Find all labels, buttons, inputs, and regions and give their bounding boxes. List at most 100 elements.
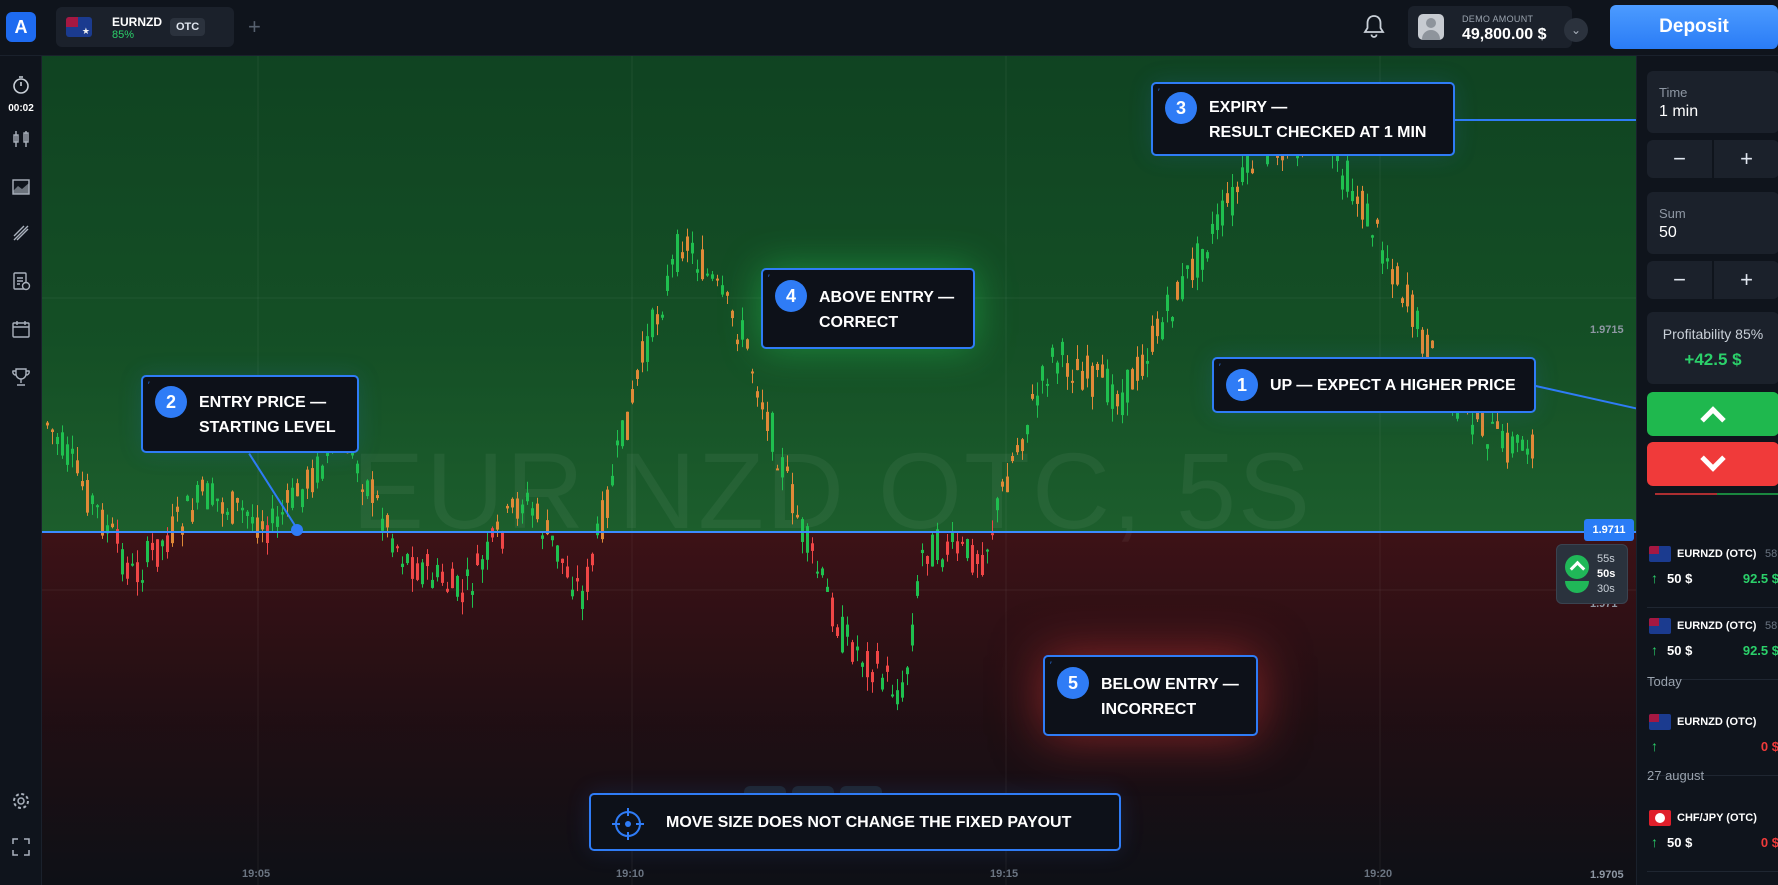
price-axis-label: 1.9715 <box>1590 324 1624 336</box>
trade-item[interactable]: CHF/JPY (OTC) ↑ 50 $ 0 $ <box>1647 806 1778 872</box>
timer-option: 30s <box>1597 583 1615 595</box>
expiry-timer[interactable]: 55s 50s 30s <box>1556 544 1628 604</box>
callout-text: RESULT CHECKED AT 1 MIN <box>1209 124 1427 141</box>
time-label: Time <box>1659 85 1688 100</box>
account-value: 49,800.00 $ <box>1462 26 1547 43</box>
trade-result: 92.5 $ <box>1742 643 1778 658</box>
section-today: Today <box>1647 674 1682 689</box>
price-axis-label: 1.9705 <box>1590 869 1624 881</box>
trade-item[interactable]: EURNZD (OTC) 58 ↑ 50 $ 92.5 $ <box>1647 614 1778 680</box>
fullscreen-icon[interactable] <box>10 836 32 858</box>
callout-above-entry: ′ 4 ABOVE ENTRY — CORRECT <box>761 268 975 349</box>
asset-name: EURNZD <box>112 15 162 29</box>
asset-tab[interactable]: EURNZD 85% OTC <box>56 7 234 47</box>
add-tab-button[interactable]: + <box>248 14 261 40</box>
profitability-box: Profitability 85% +42.5 $ <box>1647 312 1778 384</box>
candles-icon[interactable] <box>10 128 32 150</box>
sum-label: Sum <box>1659 206 1686 221</box>
deposit-button[interactable]: Deposit <box>1610 5 1778 49</box>
callout-text: BELOW ENTRY — <box>1101 676 1239 693</box>
sum-value: 50 <box>1659 224 1677 241</box>
stopwatch-icon[interactable] <box>10 74 32 96</box>
callout-text: ABOVE ENTRY — <box>819 289 955 306</box>
bell-icon[interactable] <box>1362 13 1386 39</box>
time-increase-button[interactable]: + <box>1712 140 1778 178</box>
drawing-tools-icon[interactable] <box>10 222 32 244</box>
avatar <box>1418 14 1444 40</box>
profitability-value: +42.5 $ <box>1684 350 1742 369</box>
calendar-icon[interactable] <box>10 318 32 340</box>
sidebar-timer: 00:02 <box>8 103 34 114</box>
account-label: DEMO AMOUNT <box>1462 14 1534 24</box>
trade-panel: Time 1 min − + Sum 50 − + Profitability … <box>1636 56 1778 885</box>
arrow-up-icon: ↑ <box>1651 834 1658 850</box>
chevron-down-icon[interactable]: ⌄ <box>1564 18 1588 42</box>
down-button[interactable] <box>1647 442 1778 486</box>
callout-text: ENTRY PRICE — <box>199 394 327 411</box>
trade-asset: EURNZD (OTC) <box>1677 716 1757 728</box>
note-icon: ′ <box>1219 362 1221 372</box>
callout-number: 2 <box>155 386 187 418</box>
trade-result: 92.5 $ <box>1742 571 1778 586</box>
arrow-up-icon <box>1565 555 1589 579</box>
trade-asset: EURNZD (OTC) <box>1677 620 1757 632</box>
left-sidebar: 00:02 <box>0 56 42 885</box>
price-chart[interactable]: EUR NZD OTC, 5S 1.9715 1.971 1.9705 1.97… <box>42 56 1636 885</box>
area-chart-icon[interactable] <box>10 176 32 198</box>
trophy-icon[interactable] <box>10 366 32 388</box>
note-icon: ′ <box>768 273 770 283</box>
app-logo[interactable]: A <box>6 12 36 42</box>
callout-entry-price: ′ 2 ENTRY PRICE — STARTING LEVEL <box>141 375 359 453</box>
trade-item[interactable]: EURNZD (OTC) ↑ 0 $ <box>1647 710 1778 776</box>
chevron-down-icon <box>1700 446 1726 472</box>
ch-flag-icon <box>1649 810 1671 826</box>
time-value: 1 min <box>1659 103 1699 120</box>
callout-below-entry: ′ 5 BELOW ENTRY — INCORRECT <box>1043 655 1258 736</box>
time-axis-label: 19:20 <box>1364 868 1393 880</box>
note-icon: ′ <box>148 380 150 390</box>
connector-dot <box>291 524 303 536</box>
section-27-august: 27 august <box>1647 768 1705 783</box>
trades-history-icon[interactable] <box>10 270 32 292</box>
arrow-up-icon: ↑ <box>1651 642 1658 658</box>
callout-fixed-payout: MOVE SIZE DOES NOT CHANGE THE FIXED PAYO… <box>589 793 1121 851</box>
timer-option-current: 50s <box>1597 568 1616 580</box>
callout-text: STARTING LEVEL <box>199 419 336 436</box>
nz-flag-icon <box>66 17 92 37</box>
callout-text: CORRECT <box>819 314 899 331</box>
gear-icon[interactable] <box>10 790 32 812</box>
time-stepper: − + <box>1647 140 1778 178</box>
callout-connector <box>1455 119 1643 121</box>
sum-decrease-button[interactable]: − <box>1647 261 1712 299</box>
arrow-down-icon <box>1565 581 1589 593</box>
time-axis-label: 19:05 <box>242 868 271 880</box>
asset-payout: 85% <box>112 29 135 41</box>
sum-increase-button[interactable]: + <box>1712 261 1778 299</box>
trade-item[interactable]: EURNZD (OTC) 58 ↑ 50 $ 92.5 $ <box>1647 542 1778 608</box>
trade-amount: 50 $ <box>1667 643 1693 658</box>
sum-field[interactable]: Sum 50 <box>1647 192 1778 254</box>
time-axis-label: 19:10 <box>616 868 645 880</box>
note-icon: ′ <box>1158 87 1160 97</box>
time-decrease-button[interactable]: − <box>1647 140 1712 178</box>
trade-amount: 50 $ <box>1667 571 1693 586</box>
entry-price-line <box>42 531 1636 533</box>
time-field[interactable]: Time 1 min <box>1647 71 1778 133</box>
time-axis-label: 19:15 <box>990 868 1019 880</box>
sum-stepper: − + <box>1647 261 1778 299</box>
callout-expiry: ′ 3 EXPIRY — RESULT CHECKED AT 1 MIN <box>1151 82 1455 156</box>
up-button[interactable] <box>1647 392 1778 436</box>
otc-badge: OTC <box>170 18 206 36</box>
trade-amount: 50 $ <box>1667 835 1693 850</box>
account-balance[interactable]: DEMO AMOUNT 49,800.00 $ ⌄ <box>1408 6 1588 48</box>
chevron-up-icon <box>1700 406 1726 432</box>
callout-number: 3 <box>1165 92 1197 124</box>
trade-time: 58 <box>1765 548 1778 560</box>
profitability-label: Profitability 85% <box>1662 326 1764 342</box>
current-price-tag: 1.9711 <box>1584 519 1634 541</box>
timer-option: 55s <box>1597 553 1615 565</box>
note-icon: ′ <box>1050 660 1052 670</box>
nz-flag-icon <box>1649 714 1671 730</box>
arrow-up-icon: ↑ <box>1651 570 1658 586</box>
callout-text: UP — EXPECT A HIGHER PRICE <box>1270 377 1516 394</box>
